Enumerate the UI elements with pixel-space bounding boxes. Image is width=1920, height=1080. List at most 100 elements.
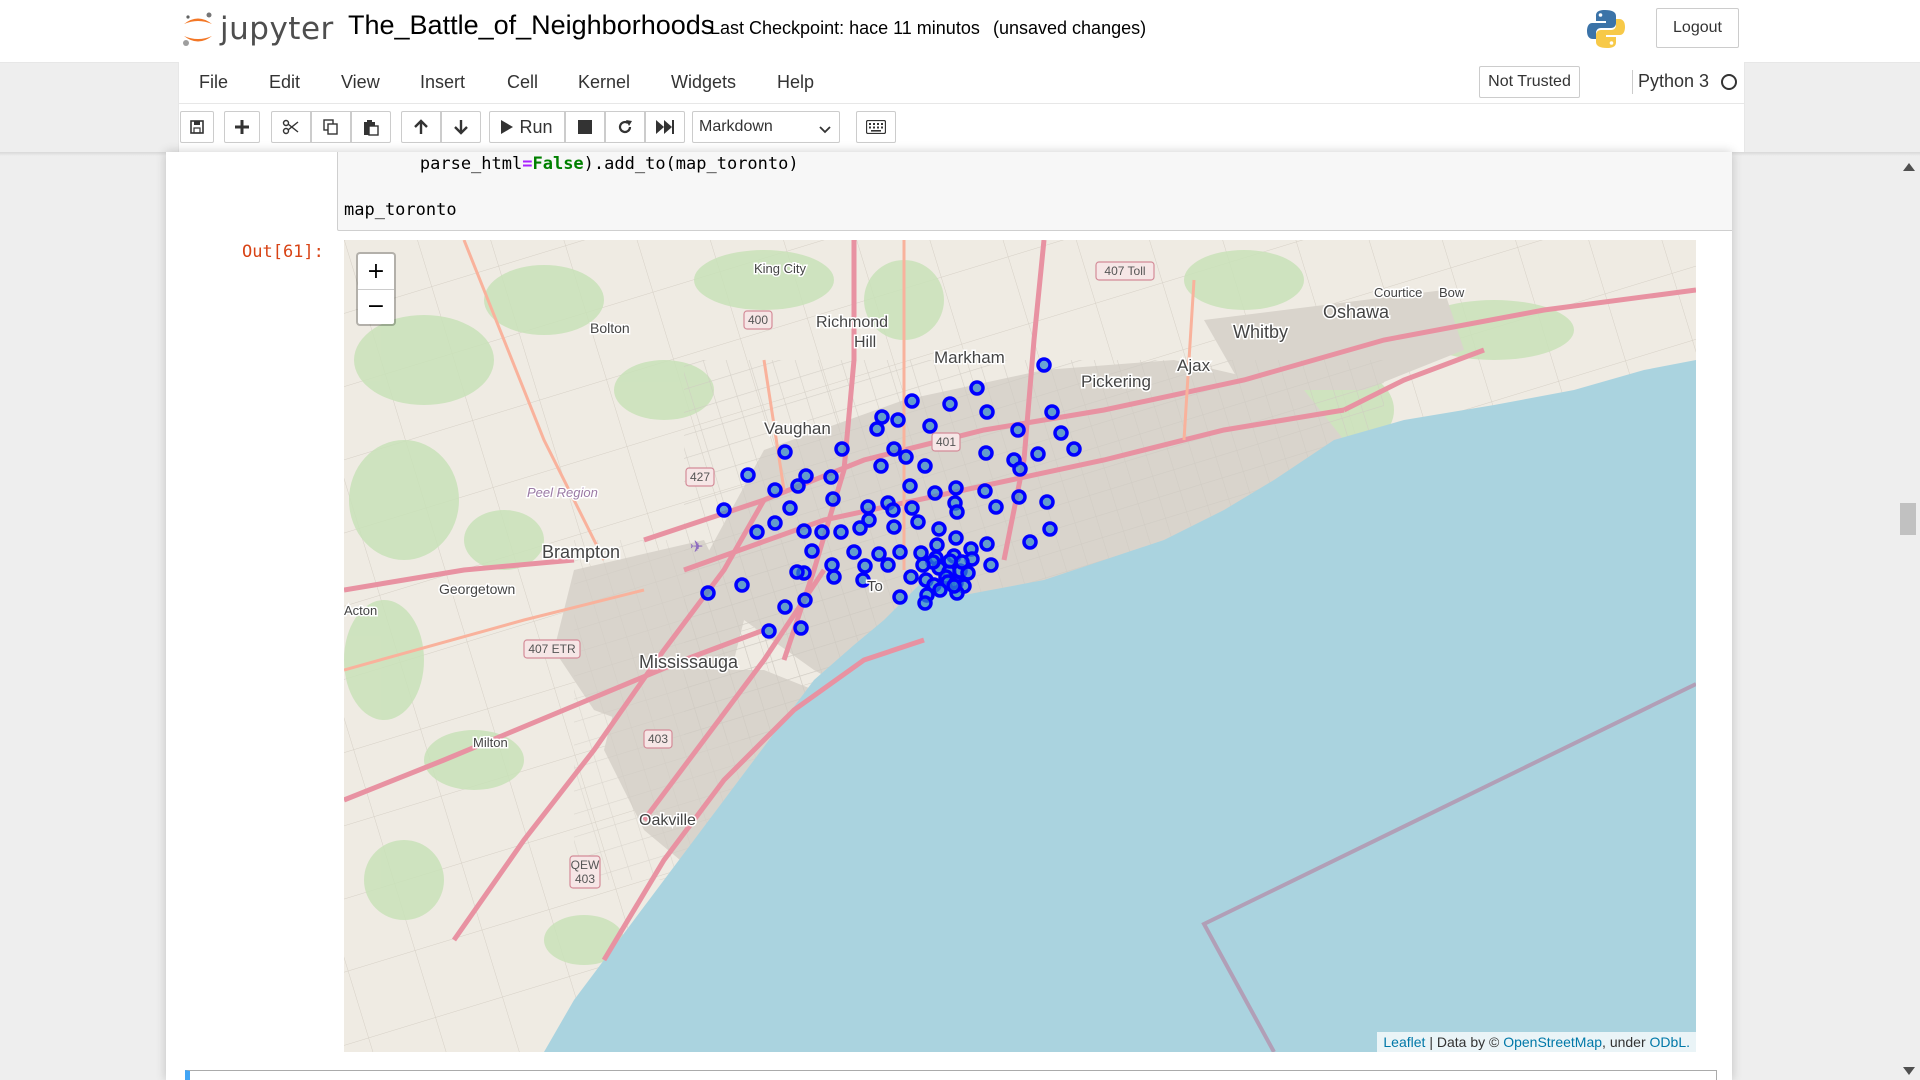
save-button[interactable] — [180, 111, 214, 143]
neighborhood-marker[interactable] — [1022, 534, 1038, 550]
neighborhood-marker[interactable] — [969, 380, 985, 396]
neighborhood-marker[interactable] — [777, 444, 793, 460]
menu-widgets[interactable]: Widgets — [671, 72, 736, 93]
neighborhood-marker[interactable] — [927, 485, 943, 501]
neighborhood-marker[interactable] — [789, 564, 805, 580]
neighborhood-marker[interactable] — [873, 458, 889, 474]
restart-run-all-button[interactable] — [645, 111, 685, 143]
neighborhood-marker[interactable] — [946, 578, 962, 594]
neighborhood-marker[interactable] — [804, 543, 820, 559]
neighborhood-marker[interactable] — [904, 500, 920, 516]
neighborhood-marker[interactable] — [988, 499, 1004, 515]
osm-link[interactable]: OpenStreetMap — [1503, 1034, 1602, 1050]
cut-button[interactable] — [271, 111, 311, 143]
neighborhood-marker[interactable] — [767, 515, 783, 531]
neighborhood-marker[interactable] — [869, 421, 885, 437]
neighborhood-marker[interactable] — [874, 409, 890, 425]
neighborhood-marker[interactable] — [700, 585, 716, 601]
neighborhood-marker[interactable] — [796, 523, 812, 539]
neighborhood-marker[interactable] — [716, 502, 732, 518]
neighborhood-marker[interactable] — [917, 458, 933, 474]
menu-insert[interactable]: Insert — [420, 72, 465, 93]
zoom-out-button[interactable]: − — [358, 289, 394, 324]
neighborhood-marker[interactable] — [790, 478, 806, 494]
move-down-button[interactable] — [441, 111, 481, 143]
leaflet-map[interactable]: ✈ 400 407 Toll 401 427 407 ETR 403 QEW 403 King… — [344, 240, 1696, 1052]
neighborhood-marker[interactable] — [1011, 489, 1027, 505]
neighborhood-marker[interactable] — [1042, 521, 1058, 537]
neighborhood-marker[interactable] — [983, 557, 999, 573]
neighborhood-marker[interactable] — [1066, 441, 1082, 457]
neighborhood-marker[interactable] — [917, 595, 933, 611]
neighborhood-marker[interactable] — [871, 546, 887, 562]
neighborhood-marker[interactable] — [892, 589, 908, 605]
neighborhood-marker[interactable] — [860, 499, 876, 515]
neighborhood-marker[interactable] — [942, 553, 958, 569]
neighborhood-marker[interactable] — [823, 469, 839, 485]
menu-file[interactable]: File — [199, 72, 228, 93]
neighborhood-marker[interactable] — [852, 520, 868, 536]
neighborhood-marker[interactable] — [913, 545, 929, 561]
neighborhood-marker[interactable] — [977, 483, 993, 499]
neighborhood-marker[interactable] — [898, 449, 914, 465]
neighborhood-marker[interactable] — [824, 557, 840, 573]
neighborhood-marker[interactable] — [979, 536, 995, 552]
logout-button[interactable]: Logout — [1656, 8, 1739, 48]
neighborhood-marker[interactable] — [1010, 422, 1026, 438]
neighborhood-marker[interactable] — [948, 530, 964, 546]
paste-button[interactable] — [351, 111, 391, 143]
cell-type-select[interactable]: Markdown — [692, 111, 840, 143]
menu-edit[interactable]: Edit — [269, 72, 300, 93]
neighborhood-marker[interactable] — [890, 412, 906, 428]
neighborhood-marker[interactable] — [931, 521, 947, 537]
neighborhood-marker[interactable] — [767, 482, 783, 498]
neighborhood-marker[interactable] — [857, 558, 873, 574]
neighborhood-marker[interactable] — [797, 592, 813, 608]
neighborhood-marker[interactable] — [904, 393, 920, 409]
neighborhood-marker[interactable] — [942, 396, 958, 412]
insert-cell-button[interactable] — [224, 111, 260, 143]
menu-cell[interactable]: Cell — [507, 72, 538, 93]
menu-view[interactable]: View — [341, 72, 380, 93]
neighborhood-marker[interactable] — [1012, 461, 1028, 477]
copy-button[interactable] — [311, 111, 351, 143]
neighborhood-marker[interactable] — [886, 519, 902, 535]
neighborhood-marker[interactable] — [1036, 357, 1052, 373]
neighborhood-marker[interactable] — [929, 537, 945, 553]
neighborhood-marker[interactable] — [734, 577, 750, 593]
neighborhood-marker[interactable] — [979, 404, 995, 420]
neighborhood-marker[interactable] — [749, 524, 765, 540]
restart-button[interactable] — [605, 111, 645, 143]
interrupt-button[interactable] — [565, 111, 605, 143]
leaflet-link[interactable]: Leaflet — [1383, 1034, 1425, 1050]
neighborhood-marker[interactable] — [978, 445, 994, 461]
neighborhood-marker[interactable] — [948, 480, 964, 496]
neighborhood-marker[interactable] — [922, 418, 938, 434]
neighborhood-marker[interactable] — [777, 599, 793, 615]
neighborhood-marker[interactable] — [833, 524, 849, 540]
neighborhood-marker[interactable] — [892, 544, 908, 560]
code-cell-input[interactable]: parse_html=False).add_to(map_toronto) ma… — [337, 152, 1732, 231]
neighborhood-marker[interactable] — [932, 582, 948, 598]
neighborhood-marker[interactable] — [949, 504, 965, 520]
neighborhood-marker[interactable] — [782, 500, 798, 516]
jupyter-logo[interactable]: jupyter — [180, 6, 334, 52]
zoom-in-button[interactable]: + — [358, 254, 394, 290]
neighborhood-marker[interactable] — [902, 478, 918, 494]
neighborhood-marker[interactable] — [814, 524, 830, 540]
neighborhood-marker[interactable] — [886, 441, 902, 457]
odbl-link[interactable]: ODbL. — [1650, 1034, 1690, 1050]
neighborhood-marker[interactable] — [915, 557, 931, 573]
notebook-name[interactable]: The_Battle_of_Neighborhoods — [348, 10, 714, 41]
neighborhood-marker[interactable] — [740, 467, 756, 483]
neighborhood-marker[interactable] — [826, 569, 842, 585]
neighborhood-marker[interactable] — [846, 544, 862, 560]
not-trusted-button[interactable]: Not Trusted — [1479, 66, 1580, 98]
neighborhood-marker[interactable] — [1053, 425, 1069, 441]
neighborhood-marker[interactable] — [880, 557, 896, 573]
neighborhood-marker[interactable] — [910, 514, 926, 530]
scrollbar-thumb[interactable] — [1900, 503, 1916, 535]
scroll-down-arrow-icon[interactable] — [1903, 1062, 1915, 1080]
neighborhood-marker[interactable] — [1044, 404, 1060, 420]
neighborhood-marker[interactable] — [954, 554, 970, 570]
